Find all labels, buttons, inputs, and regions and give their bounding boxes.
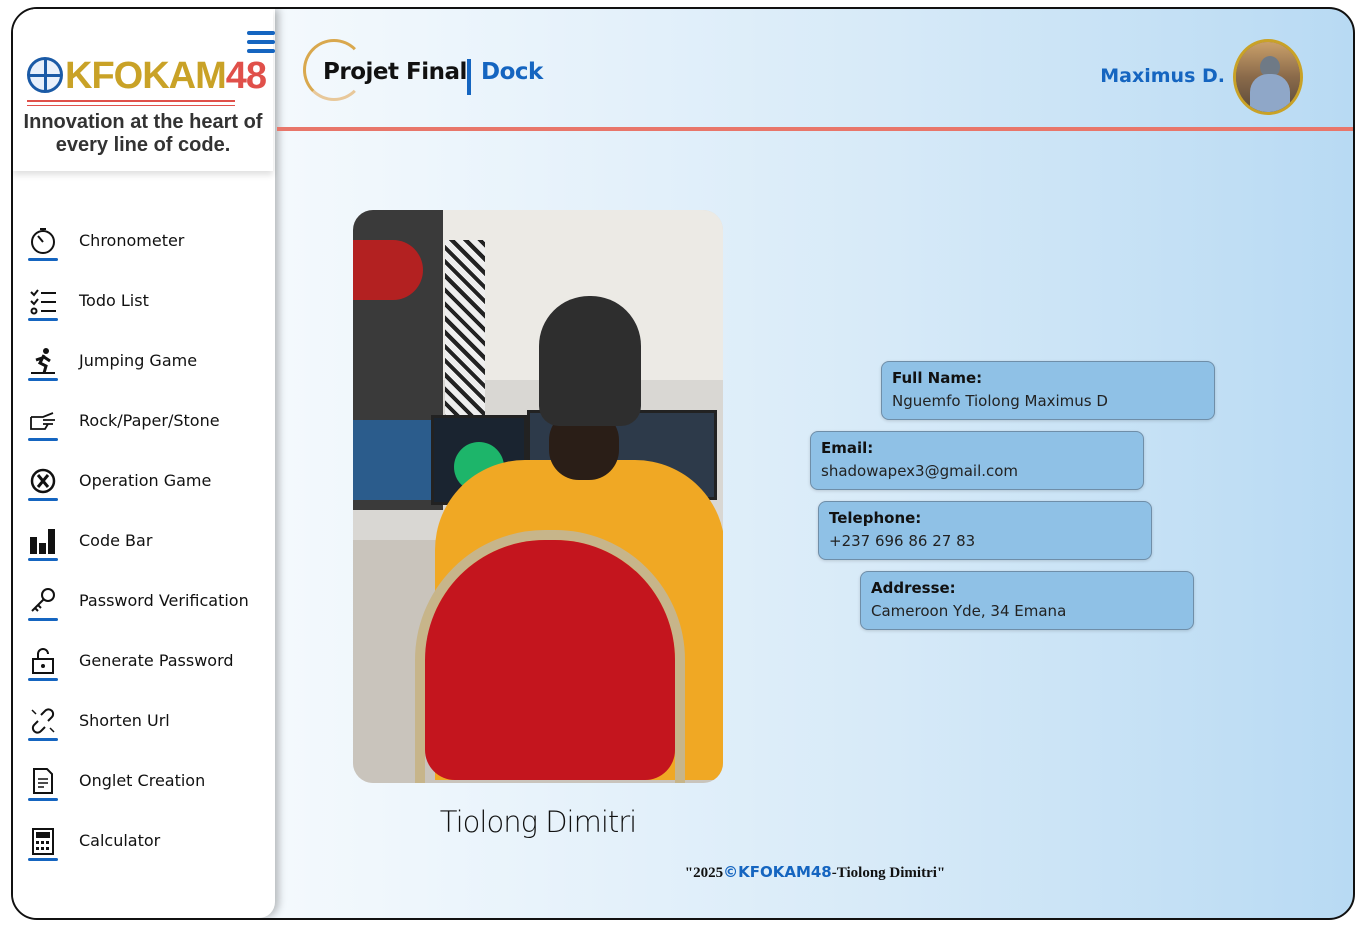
hand-icon bbox=[27, 405, 59, 441]
sidebar-item-operation-game[interactable]: Operation Game bbox=[27, 465, 267, 525]
logo-main: KFOKAM bbox=[65, 55, 227, 97]
card-value: shadowapex3@gmail.com bbox=[821, 462, 1019, 480]
sidebar-item-label: Rock/Paper/Stone bbox=[79, 411, 220, 430]
logo-text: KFOKAM48 bbox=[65, 55, 267, 97]
card-label: Email: bbox=[821, 439, 874, 457]
sidebar: KFOKAM48 Innovation at the heart of ever… bbox=[13, 9, 275, 918]
sidebar-item-label: Shorten Url bbox=[79, 711, 170, 730]
checklist-icon bbox=[27, 285, 59, 321]
hamburger-bar bbox=[247, 40, 275, 44]
key-icon bbox=[27, 585, 59, 621]
broken-link-icon bbox=[27, 705, 59, 741]
profile-photo bbox=[353, 210, 723, 783]
footer-brand: ©KFOKAM48 bbox=[723, 863, 832, 881]
sidebar-item-label: Password Verification bbox=[79, 591, 249, 610]
brand-box: KFOKAM48 Innovation at the heart of ever… bbox=[13, 9, 273, 171]
sidebar-item-label: Chronometer bbox=[79, 231, 185, 250]
title-separator bbox=[467, 59, 471, 95]
stopwatch-icon bbox=[27, 225, 59, 261]
info-card-telephone: Telephone: +237 696 86 27 83 bbox=[818, 501, 1152, 560]
sidebar-item-todo-list[interactable]: Todo List bbox=[27, 285, 267, 345]
card-value: Nguemfo Tiolong Maximus D bbox=[892, 392, 1108, 410]
app-frame: KFOKAM48 Innovation at the heart of ever… bbox=[11, 7, 1355, 920]
sidebar-item-chronometer[interactable]: Chronometer bbox=[27, 225, 267, 285]
sidebar-item-label: Calculator bbox=[79, 831, 161, 850]
lock-icon bbox=[27, 645, 59, 681]
photo-caption: Tiolong Dimitri bbox=[439, 805, 637, 839]
sidebar-menu: Chronometer Todo List Jumping Game Rock/… bbox=[27, 225, 267, 885]
avatar[interactable] bbox=[1233, 39, 1303, 115]
sidebar-item-label: Todo List bbox=[79, 291, 149, 310]
card-value: Cameroon Yde, 34 Emana bbox=[871, 602, 1067, 620]
footer: "2025©KFOKAM48-Tiolong Dimitri" bbox=[277, 863, 1353, 882]
info-card-full-name: Full Name: Nguemfo Tiolong Maximus D bbox=[881, 361, 1215, 420]
card-label: Addresse: bbox=[871, 579, 956, 597]
sidebar-item-jumping-game[interactable]: Jumping Game bbox=[27, 345, 267, 405]
sidebar-item-rock-paper-stone[interactable]: Rock/Paper/Stone bbox=[27, 405, 267, 465]
sidebar-item-label: Code Bar bbox=[79, 531, 153, 550]
sidebar-item-code-bar[interactable]: Code Bar bbox=[27, 525, 267, 585]
tagline: Innovation at the heart of every line of… bbox=[23, 111, 263, 156]
sidebar-item-calculator[interactable]: Calculator bbox=[27, 825, 267, 885]
sidebar-item-password-verification[interactable]: Password Verification bbox=[27, 585, 267, 645]
card-label: Telephone: bbox=[829, 509, 922, 527]
logo-underline bbox=[27, 100, 235, 102]
logo-globe-icon bbox=[27, 57, 63, 93]
card-value: +237 696 86 27 83 bbox=[829, 532, 976, 550]
calculator-icon bbox=[27, 825, 59, 861]
header-divider bbox=[277, 127, 1353, 131]
footer-suffix: -Tiolong Dimitri" bbox=[831, 865, 946, 881]
user-name[interactable]: Maximus D. bbox=[1100, 65, 1225, 87]
page-title: Projet Final bbox=[323, 59, 467, 85]
sidebar-item-label: Operation Game bbox=[79, 471, 212, 490]
photo-chair-back bbox=[425, 540, 675, 780]
hamburger-menu-icon[interactable] bbox=[247, 31, 275, 55]
sidebar-item-label: Jumping Game bbox=[79, 351, 198, 370]
sidebar-item-label: Generate Password bbox=[79, 651, 234, 670]
photo-person-beanie bbox=[539, 296, 641, 426]
hamburger-bar bbox=[247, 31, 275, 35]
info-card-email: Email: shadowapex3@gmail.com bbox=[810, 431, 1144, 490]
card-label: Full Name: bbox=[892, 369, 983, 387]
runner-icon bbox=[27, 345, 59, 381]
sidebar-item-onglet-creation[interactable]: Onglet Creation bbox=[27, 765, 267, 825]
logo-number: 48 bbox=[225, 55, 267, 97]
document-icon bbox=[27, 765, 59, 801]
sidebar-item-label: Onglet Creation bbox=[79, 771, 206, 790]
hamburger-bar bbox=[247, 49, 275, 53]
header: Projet Final Dock Maximus D. bbox=[277, 9, 1353, 131]
x-circle-icon bbox=[27, 465, 59, 501]
avatar-body bbox=[1250, 74, 1290, 112]
logo-underline-thin bbox=[27, 105, 235, 106]
footer-prefix: "2025 bbox=[684, 865, 724, 881]
info-card-address: Addresse: Cameroon Yde, 34 Emana bbox=[860, 571, 1194, 630]
bar-chart-icon bbox=[27, 525, 59, 561]
page-subtitle: Dock bbox=[481, 59, 543, 85]
brand-logo[interactable]: KFOKAM48 bbox=[27, 55, 267, 106]
photo-pattern-column bbox=[445, 240, 485, 420]
photo-monitor bbox=[353, 420, 431, 500]
sidebar-item-generate-password[interactable]: Generate Password bbox=[27, 645, 267, 705]
photo-mural-beret bbox=[353, 240, 423, 300]
sidebar-item-shorten-url[interactable]: Shorten Url bbox=[27, 705, 267, 765]
